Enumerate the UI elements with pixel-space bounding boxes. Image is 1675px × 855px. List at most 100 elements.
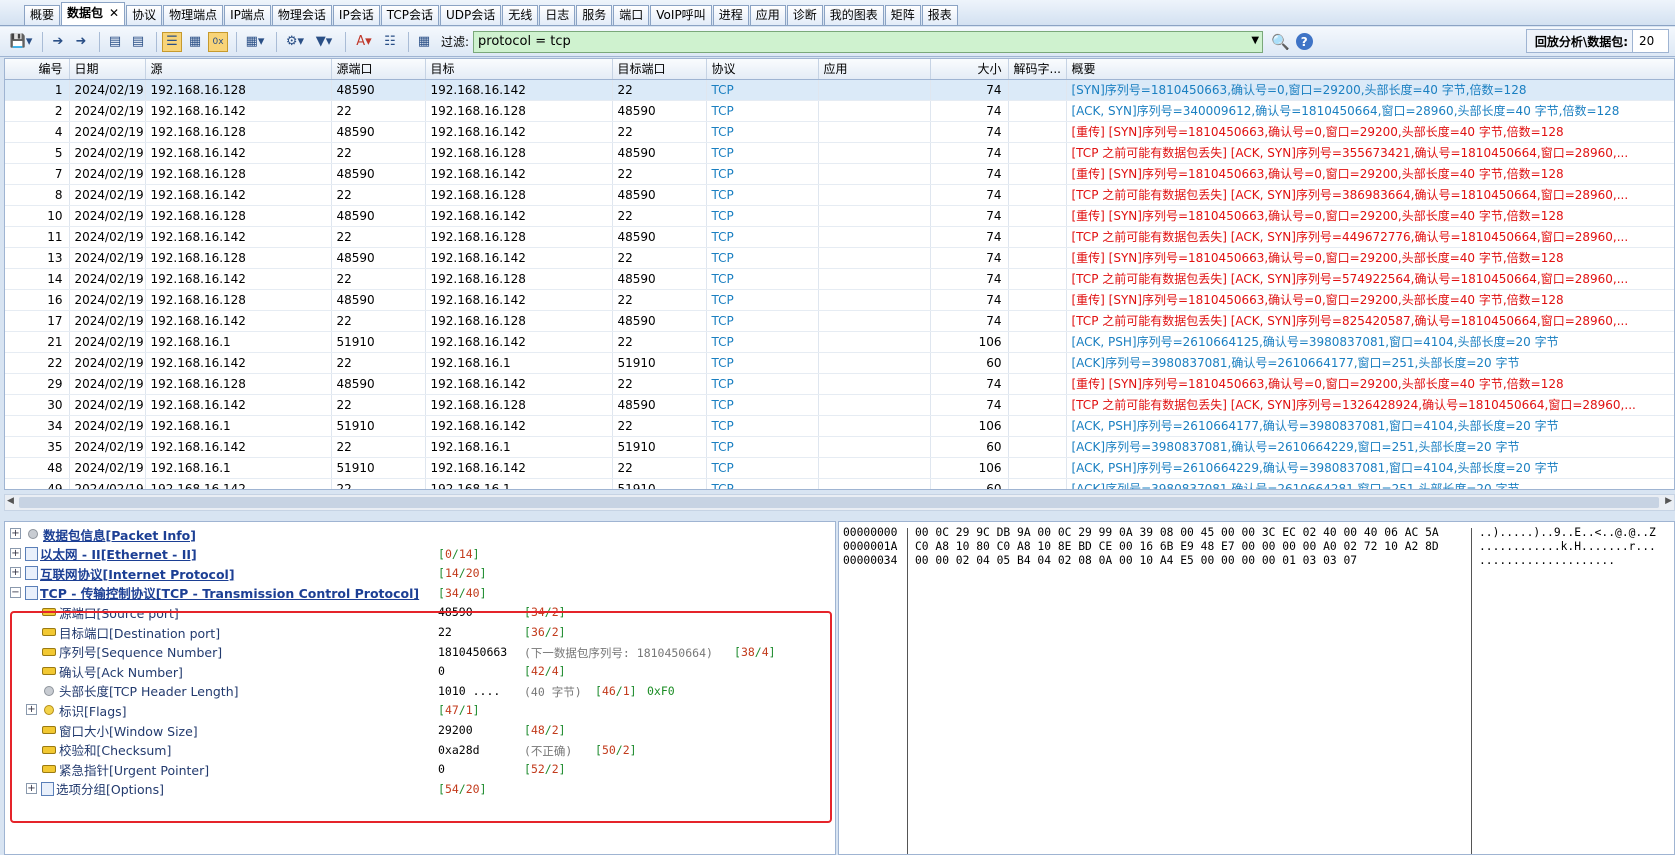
- hex-view-icon[interactable]: 0x: [208, 31, 228, 52]
- table-row[interactable]: 49 2024/02/19 192.168.16.142 22 192.168.16.1…: [5, 478, 1674, 489]
- tab-14[interactable]: 进程: [712, 5, 749, 25]
- tab-15[interactable]: 应用: [749, 5, 786, 25]
- tab-0[interactable]: 概要: [24, 5, 61, 25]
- chevron-down-icon[interactable]: ▼: [1251, 35, 1259, 46]
- font-color-icon[interactable]: A▾: [351, 32, 377, 52]
- table-row[interactable]: 2 2024/02/19 192.168.16.142 22 192.168.16.12…: [5, 100, 1674, 122]
- table-row[interactable]: 11 2024/02/19 192.168.16.142 22 192.168.16.1…: [5, 226, 1674, 248]
- table-row[interactable]: 34 2024/02/19 192.168.16.1 51910 192.168.16.…: [5, 415, 1674, 437]
- table-row[interactable]: 13 2024/02/19 192.168.16.128 48590 192.168.1…: [5, 247, 1674, 269]
- column-header[interactable]: 目标: [425, 59, 613, 80]
- table-row[interactable]: 17 2024/02/19 192.168.16.142 22 192.168.16.1…: [5, 310, 1674, 332]
- table-row[interactable]: 14 2024/02/19 192.168.16.142 22 192.168.16.1…: [5, 268, 1674, 290]
- tab-1[interactable]: 数据包 ✕: [61, 2, 126, 25]
- cell-decode: [1008, 205, 1067, 227]
- table-row[interactable]: 35 2024/02/19 192.168.16.142 22 192.168.16.1…: [5, 436, 1674, 458]
- tab-5[interactable]: 物理会话: [271, 5, 332, 25]
- hex-ascii[interactable]: ..).....)..9..E..<..@.@..Z ............k…: [1479, 526, 1656, 568]
- tree-node[interactable]: 互联网协议[Internet Protocol]: [25, 563, 235, 583]
- table-row[interactable]: 7 2024/02/19 192.168.16.128 48590 192.168.16…: [5, 163, 1674, 185]
- collapse-icon[interactable]: −: [10, 586, 21, 598]
- table-row[interactable]: 1 2024/02/19 192.168.16.128 48590 192.168.16…: [5, 79, 1674, 101]
- tab-8[interactable]: UDP会话: [439, 5, 502, 25]
- pane-splitter[interactable]: [0, 512, 1675, 520]
- column-header[interactable]: 目标端口: [612, 59, 707, 80]
- table-row[interactable]: 48 2024/02/19 192.168.16.1 51910 192.168.16.…: [5, 457, 1674, 479]
- tree-structure-icon[interactable]: ☷: [380, 32, 400, 52]
- search-icon[interactable]: 🔍: [1271, 33, 1290, 51]
- hex-bytes[interactable]: 00 0C 29 9C DB 9A 00 0C 29 99 0A 39 08 0…: [915, 526, 1439, 568]
- cell-size: 74: [930, 163, 1009, 185]
- offset-start: 0: [444, 546, 452, 561]
- tree-node-label[interactable]: 互联网协议[Internet Protocol]: [40, 564, 235, 583]
- table-row[interactable]: 4 2024/02/19 192.168.16.128 48590 192.168.16…: [5, 121, 1674, 143]
- column-header[interactable]: 大小: [930, 59, 1009, 80]
- network-icon[interactable]: ⚙▾: [282, 32, 308, 52]
- cell-proto: TCP: [706, 205, 819, 227]
- column-header[interactable]: 日期: [69, 59, 146, 80]
- tree-node[interactable]: 以太网 - II[Ethernet - II]: [25, 544, 197, 564]
- offset-range: [34/40]: [438, 585, 487, 600]
- scrollbar-thumb[interactable]: [19, 497, 1659, 508]
- column-header[interactable]: 协议: [706, 59, 819, 80]
- column-header[interactable]: 解码字...: [1008, 59, 1067, 80]
- column-header[interactable]: 编号: [5, 59, 70, 80]
- tree-node-label[interactable]: 数据包信息[Packet Info]: [43, 525, 196, 544]
- bookmark-prev-icon[interactable]: ▤: [105, 32, 125, 52]
- list-view-icon[interactable]: ☰: [162, 31, 182, 52]
- tab-12[interactable]: 端口: [613, 5, 650, 25]
- cell-proto: TCP: [706, 331, 819, 353]
- tab-19[interactable]: 报表: [921, 5, 958, 25]
- column-header[interactable]: 应用: [818, 59, 931, 80]
- tab-4[interactable]: IP端点: [224, 5, 271, 25]
- horizontal-scrollbar[interactable]: ◀ ▶: [4, 494, 1675, 511]
- back-arrow-icon[interactable]: ➔: [48, 32, 68, 52]
- column-header[interactable]: 概要: [1066, 59, 1674, 80]
- filter-input[interactable]: protocol = tcp ▼: [473, 30, 1264, 53]
- tab-11[interactable]: 服务: [576, 5, 613, 25]
- expand-icon[interactable]: +: [10, 567, 21, 579]
- forward-arrow-icon[interactable]: ➜: [71, 32, 91, 52]
- tree-node[interactable]: 数据包信息[Packet Info]: [25, 524, 196, 544]
- tab-9[interactable]: 无线: [502, 5, 539, 25]
- calendar-icon[interactable]: ▦: [414, 32, 434, 52]
- table-row[interactable]: 29 2024/02/19 192.168.16.128 48590 192.168.1…: [5, 373, 1674, 395]
- expand-icon[interactable]: +: [10, 547, 21, 559]
- scroll-left-icon[interactable]: ◀: [7, 496, 14, 506]
- bookmark-next-icon[interactable]: ▤: [128, 32, 148, 52]
- replay-packet-count[interactable]: 20: [1632, 30, 1668, 52]
- cell-proto: TCP: [706, 247, 819, 269]
- table-row[interactable]: 22 2024/02/19 192.168.16.142 22 192.168.16.1…: [5, 352, 1674, 374]
- filter-funnel-icon[interactable]: ▼▾: [311, 32, 337, 52]
- tree-node[interactable]: TCP - 传输控制协议[TCP - Transmission Control …: [25, 583, 419, 603]
- tab-6[interactable]: IP会话: [332, 5, 380, 25]
- column-header[interactable]: 源端口: [331, 59, 426, 80]
- table-row[interactable]: 30 2024/02/19 192.168.16.142 22 192.168.16.1…: [5, 394, 1674, 416]
- tab-2[interactable]: 协议: [126, 5, 163, 25]
- detail-view-icon[interactable]: ▦: [185, 32, 205, 52]
- tab-16[interactable]: 诊断: [786, 5, 823, 25]
- column-settings-icon[interactable]: ▦▾: [242, 32, 268, 52]
- tab-18[interactable]: 矩阵: [884, 5, 921, 25]
- close-icon[interactable]: ✕: [109, 6, 119, 20]
- table-row[interactable]: 5 2024/02/19 192.168.16.142 22 192.168.16.12…: [5, 142, 1674, 164]
- help-icon[interactable]: ?: [1295, 33, 1313, 50]
- hex-divider: [1471, 528, 1472, 854]
- table-row[interactable]: 16 2024/02/19 192.168.16.128 48590 192.168.1…: [5, 289, 1674, 311]
- tab-3[interactable]: 物理端点: [163, 5, 224, 25]
- scroll-right-icon[interactable]: ▶: [1665, 496, 1672, 506]
- cell-dport: 51910: [612, 478, 707, 489]
- tab-7[interactable]: TCP会话: [380, 5, 439, 25]
- tab-13[interactable]: VoIP呼叫: [650, 5, 712, 25]
- tab-17[interactable]: 我的图表: [823, 5, 884, 25]
- expand-icon[interactable]: +: [10, 528, 21, 539]
- tree-node-label[interactable]: 以太网 - II[Ethernet - II]: [40, 544, 197, 563]
- table-row[interactable]: 8 2024/02/19 192.168.16.142 22 192.168.16.12…: [5, 184, 1674, 206]
- tree-node-label[interactable]: TCP - 传输控制协议[TCP - Transmission Control …: [40, 583, 419, 602]
- tab-10[interactable]: 日志: [539, 5, 576, 25]
- table-row[interactable]: 21 2024/02/19 192.168.16.1 51910 192.168.16.…: [5, 331, 1674, 353]
- table-row[interactable]: 10 2024/02/19 192.168.16.128 48590 192.168.1…: [5, 205, 1674, 227]
- column-header[interactable]: 源: [145, 59, 332, 80]
- offset-start: 14: [444, 566, 459, 581]
- save-icon[interactable]: 💾▾: [8, 32, 34, 52]
